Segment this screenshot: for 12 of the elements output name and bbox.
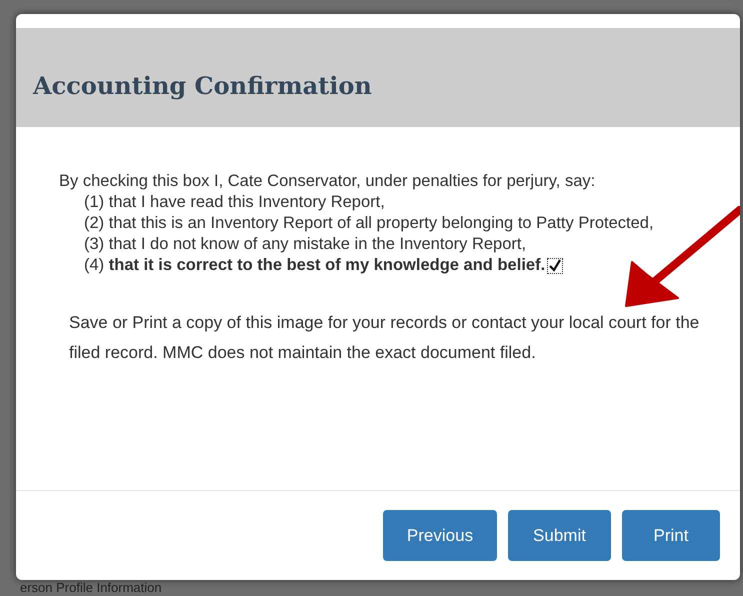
declaration-item: (1) that I have read this Inventory Report, <box>84 193 385 211</box>
dialog-button[interactable]: Print <box>622 510 720 561</box>
section-heading: erson Profile Information <box>20 580 162 596</box>
declaration-item: (2) that this is an Inventory Report of all property belonging to Patty Protected, <box>84 214 654 232</box>
dialog-button[interactable]: Submit <box>508 510 611 561</box>
declaration-item: (3) that I do not know of any mistake in the Inventory Report, <box>84 235 526 253</box>
note-paragraph: Save or Print a copy of this image for your records or contact your local court for the filed record. MMC does not maintain the exact document filed. <box>69 312 700 364</box>
dialog-title: Accounting Confirmation <box>33 70 372 102</box>
checkbox[interactable] <box>547 258 564 274</box>
declaration-item: (4) that it is correct to the best of my knowledge and belief. <box>84 256 546 274</box>
declaration-intro: By checking this box I, Cate Conservator, under penalties for perjury, say: <box>58 171 596 192</box>
dialog-button[interactable]: Previous <box>383 510 497 561</box>
